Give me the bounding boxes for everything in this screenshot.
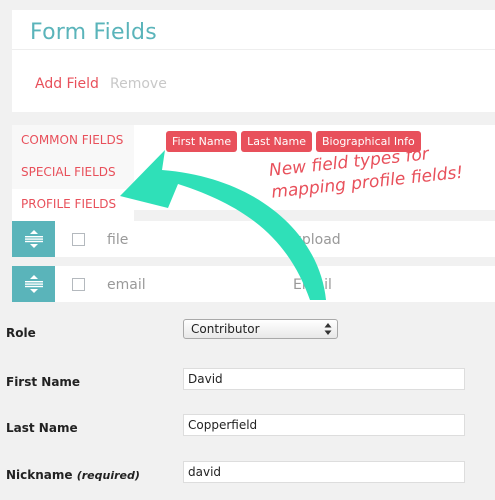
nickname-row: Nickname (required) [0,460,495,490]
row-checkbox[interactable] [72,278,85,291]
drag-handle-svg [24,275,43,293]
first-name-row: First Name [0,367,495,397]
divider [12,112,495,125]
panel-toolbar: Add Field Remove [12,50,495,112]
drag-handle-icon[interactable] [12,266,55,302]
last-name-row: Last Name [0,413,495,443]
last-name-label: Last Name [6,421,78,435]
add-field-button[interactable]: Add Field [35,76,99,92]
field-row-email: email Email [12,266,495,302]
row-checkbox[interactable] [72,233,85,246]
required-note: (required) [76,469,140,482]
nickname-input[interactable] [183,461,465,483]
role-select-value: Contributor [191,322,260,336]
tab-common-fields[interactable]: COMMON FIELDS [12,125,134,157]
drag-handle-svg [24,230,43,248]
select-arrows-icon [324,323,332,335]
nickname-label-text: Nickname [6,468,73,482]
field-type-tabs: COMMON FIELDS SPECIAL FIELDS PROFILE FIE… [12,125,134,221]
role-select[interactable]: Contributor [183,319,338,339]
nickname-label: Nickname (required) [6,468,140,482]
last-name-input[interactable] [183,414,465,436]
field-row-file: file upload [12,221,495,257]
tab-profile-fields[interactable]: PROFILE FIELDS [12,189,134,221]
tab-special-fields[interactable]: SPECIAL FIELDS [12,157,134,189]
drag-handle-icon[interactable] [12,221,55,257]
field-name: email [107,277,146,293]
first-name-input[interactable] [183,368,465,390]
role-row: Role Contributor [0,318,495,348]
first-name-label: First Name [6,375,81,389]
panel-header: Form Fields [12,10,495,50]
field-name: file [107,232,129,248]
field-type: Email [293,277,332,293]
field-type: upload [293,232,341,248]
remove-button[interactable]: Remove [110,76,167,92]
chip-last-name[interactable]: Last Name [241,131,312,152]
panel-title: Form Fields [30,20,157,45]
chip-first-name[interactable]: First Name [166,131,238,152]
role-label: Role [6,326,36,340]
